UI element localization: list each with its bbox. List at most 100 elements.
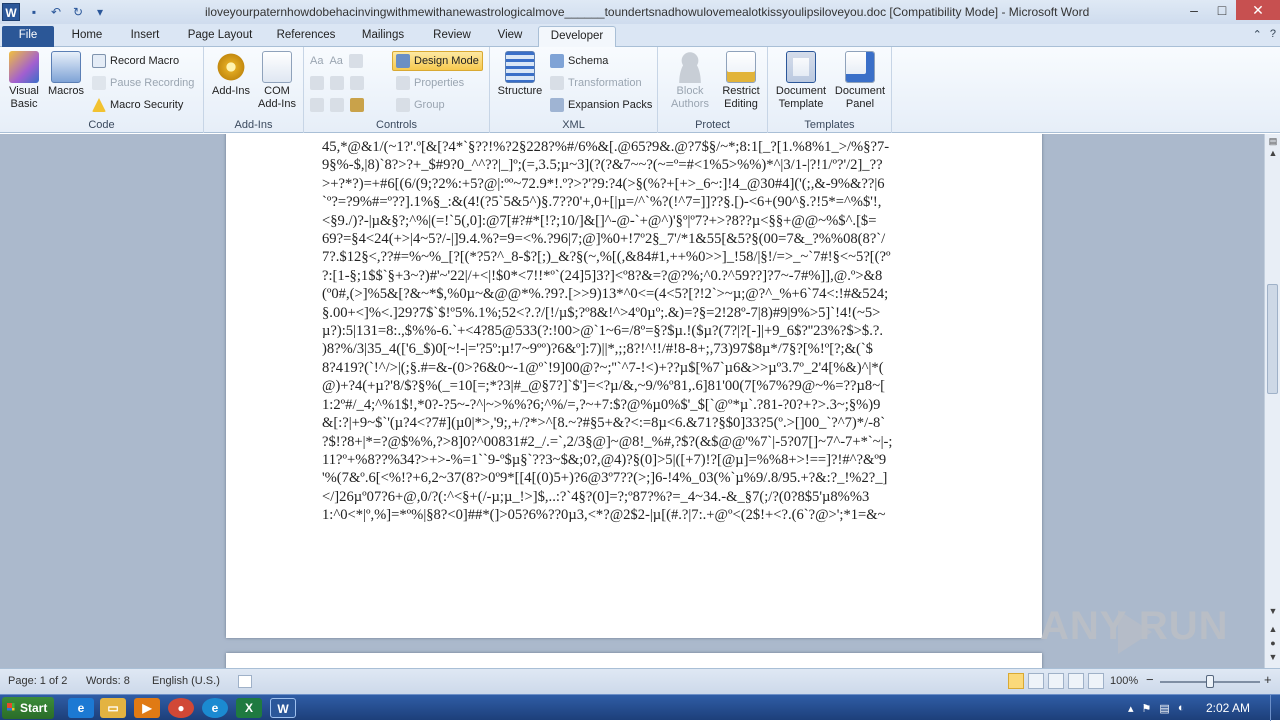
tab-mailings[interactable]: Mailings <box>352 26 414 47</box>
tab-view[interactable]: View <box>488 26 532 47</box>
pause-recording-button[interactable]: Pause Recording <box>92 73 194 93</box>
show-desktop-button[interactable] <box>1270 695 1280 721</box>
document-line[interactable]: (º0#,(>]%5&[?&~*$,%0µ~&@@*%.?9?.[>>9)13*… <box>322 285 942 303</box>
network-icon[interactable]: ▤ <box>1159 702 1169 715</box>
tab-page-layout[interactable]: Page Layout <box>180 26 260 47</box>
document-line[interactable]: §.00+<]%<.]29?7$`$!º5%.1%;52<?.?/[!/µ$;?… <box>322 304 942 322</box>
edge-icon[interactable]: e <box>202 698 228 718</box>
close-button[interactable]: ✕ <box>1236 0 1280 20</box>
combo-box-icon[interactable] <box>330 76 344 90</box>
chrome-icon[interactable]: ● <box>168 698 194 718</box>
ie-icon[interactable]: e <box>68 698 94 718</box>
document-line[interactable]: &[:?|+9~$`'(µ?4<?7#](µ0|*>,'9;,+/?*>^[8.… <box>322 414 942 432</box>
customize-qat-icon[interactable]: ▾ <box>92 4 108 20</box>
document-template-button[interactable]: Document Template <box>772 51 830 111</box>
minimize-ribbon-icon[interactable]: ⌃ <box>1253 28 1262 41</box>
document-line[interactable]: '%(7&º.6[<%!?+6,2~37(8?>0º9*[[4[(0)5+)?6… <box>322 469 942 487</box>
add-ins-button[interactable]: Add-Ins <box>208 51 254 98</box>
zoom-in-button[interactable]: + <box>1264 672 1272 687</box>
page-count[interactable]: Page: 1 of 2 <box>8 675 67 687</box>
full-screen-reading-icon[interactable] <box>1028 673 1044 689</box>
maximize-button[interactable]: □ <box>1208 0 1236 20</box>
properties-button[interactable]: Properties <box>396 73 464 93</box>
zoom-out-button[interactable]: − <box>1146 672 1154 687</box>
structure-button[interactable]: Structure <box>494 51 546 98</box>
zoom-level[interactable]: 100% <box>1110 675 1138 687</box>
document-line[interactable]: 11?º+%8??%34?>+>-%=1``9-º$µ§`??3~$&;0?,@… <box>322 451 942 469</box>
tab-references[interactable]: References <box>270 26 342 47</box>
print-layout-icon[interactable] <box>1008 673 1024 689</box>
expansion-packs-button[interactable]: Expansion Packs <box>550 95 652 115</box>
date-picker-icon[interactable] <box>310 98 324 112</box>
document-page-1[interactable]: 45,*@&1/(~1?'.º[&[?4*`§??!%?2§228?%#/6%&… <box>226 134 1042 638</box>
restrict-editing-button[interactable]: Restrict Editing <box>716 51 766 111</box>
document-line[interactable]: >+?*?)=+#6[(6/(9;?2%:+5?@|:ºº~72.9*!.º?>… <box>322 175 942 193</box>
zoom-slider-knob[interactable] <box>1206 675 1214 688</box>
document-line[interactable]: </]26µº07?6+@,0/?(:^<§+(/-µ;µ_!>]$,..:?`… <box>322 488 942 506</box>
block-authors-button[interactable]: Block Authors <box>664 51 716 111</box>
legacy-tools-icon[interactable] <box>350 98 364 112</box>
explorer-icon[interactable]: ▭ <box>100 698 126 718</box>
clock[interactable]: 2:02 AM <box>1206 701 1250 715</box>
word-count[interactable]: Words: 8 <box>86 675 130 687</box>
media-player-icon[interactable]: ▶ <box>134 698 160 718</box>
web-layout-icon[interactable] <box>1048 673 1064 689</box>
record-macro-button[interactable]: Record Macro <box>92 51 179 71</box>
visual-basic-button[interactable]: Visual Basic <box>4 51 44 111</box>
help-icon[interactable]: ? <box>1270 28 1276 41</box>
document-body-text[interactable]: 45,*@&1/(~1?'.º[&[?4*`§??!%?2§228?%#/6%&… <box>322 138 942 525</box>
document-line[interactable]: 9§%-$,|8)`8?>?+_$#9?0_^^??|_]º;(=,3.5;µ~… <box>322 156 942 174</box>
excel-icon[interactable]: X <box>236 698 262 718</box>
document-line[interactable]: 8?419?(`!^/>|(;§.#=&-(0>?6&0~-1@º`!9]00@… <box>322 359 942 377</box>
scroll-down-arrow[interactable]: ▼ <box>1265 606 1280 620</box>
browse-object-icon[interactable]: ● <box>1265 638 1280 652</box>
word-icon[interactable]: W <box>270 698 296 718</box>
start-button[interactable]: Start <box>2 697 54 719</box>
volume-icon[interactable]: ◐ <box>1178 702 1185 714</box>
tab-file[interactable]: File <box>2 26 54 47</box>
tab-home[interactable]: Home <box>62 26 112 47</box>
picture-control-icon[interactable] <box>348 54 363 68</box>
transformation-button[interactable]: Transformation <box>550 73 642 93</box>
document-line[interactable]: <§9./)?-|µ&§?;^%|(=!`5(,0]:@7[#?#*[!?;10… <box>322 212 942 230</box>
group-button[interactable]: Group <box>396 95 445 115</box>
document-line[interactable]: )8?%/3|35_4(['6_$)0[~!-|='?5º:µ!7~9ºº)?6… <box>322 340 942 358</box>
document-line[interactable]: ?$!?8+|*=?@$%%,?>8]0?^00831#2_/.=`,2/3§@… <box>322 433 942 451</box>
com-add-ins-button[interactable]: COM Add-Ins <box>254 51 300 111</box>
redo-icon[interactable]: ↻ <box>70 4 86 20</box>
next-page-icon[interactable]: ▼ <box>1265 652 1280 666</box>
scroll-thumb[interactable] <box>1267 284 1278 394</box>
schema-button[interactable]: Schema <box>550 51 608 71</box>
tab-review[interactable]: Review <box>424 26 480 47</box>
previous-page-icon[interactable]: ▲ <box>1265 624 1280 638</box>
macro-security-button[interactable]: Macro Security <box>92 95 183 115</box>
drop-down-list-icon[interactable] <box>350 76 364 90</box>
document-line[interactable]: 1:2º#/_4;^%1$!,*0?-?5~-?^|~>%%?6;^%/=,?~… <box>322 396 942 414</box>
proofing-icon[interactable] <box>238 675 252 688</box>
vertical-scrollbar[interactable]: ▤ ▲ ▼ ▲ ● ▼ <box>1264 134 1280 668</box>
rich-text-control-icon[interactable]: Aa <box>310 55 323 67</box>
document-panel-button[interactable]: Document Panel <box>830 51 890 111</box>
scroll-up-arrow[interactable]: ▲ <box>1265 148 1280 162</box>
draft-icon[interactable] <box>1088 673 1104 689</box>
document-line[interactable]: `º?=?9%#=º??].1%§_:&(4!(?5`5&5^)§.7??0'+… <box>322 193 942 211</box>
tab-developer[interactable]: Developer <box>538 26 616 47</box>
document-line[interactable]: 7?.$12§<,??#=%~%_[?[(*?5?^_8-$?[;)_&?§(~… <box>322 248 942 266</box>
document-line[interactable]: 1:^0<*|º,%]=*º%|§8?<0]##*(]>05?6%??0µ3,<… <box>322 506 942 524</box>
document-line[interactable]: @)+?4(+µ?'8/$?§%(_=10[=;*?3|#_@§7?]`$']=… <box>322 377 942 395</box>
checkbox-control-icon[interactable] <box>330 98 344 112</box>
building-block-icon[interactable] <box>310 76 324 90</box>
document-line[interactable]: 69?=§4<24(+>|4~5?/-|]9.4.%?=9=<%.?96|7;@… <box>322 230 942 248</box>
document-page-2[interactable] <box>226 653 1042 668</box>
save-icon[interactable]: ▪ <box>26 4 42 20</box>
undo-icon[interactable]: ↶ <box>48 4 64 20</box>
document-line[interactable]: µ?):5|131=8:.,$%%-6.`+<4?85@533(?:!00>@`… <box>322 322 942 340</box>
flag-icon[interactable]: ⚑ <box>1142 702 1152 715</box>
design-mode-button[interactable]: Design Mode <box>392 51 483 71</box>
minimize-button[interactable]: – <box>1180 0 1208 20</box>
macros-button[interactable]: Macros <box>46 51 86 98</box>
outline-icon[interactable] <box>1068 673 1084 689</box>
language-indicator[interactable]: English (U.S.) <box>152 675 220 687</box>
document-line[interactable]: ?:[1-§;1$$`§+3~?)#'~'22|/+<|!$0*<7!!*º`(… <box>322 267 942 285</box>
plain-text-control-icon[interactable]: Aa <box>329 55 342 67</box>
